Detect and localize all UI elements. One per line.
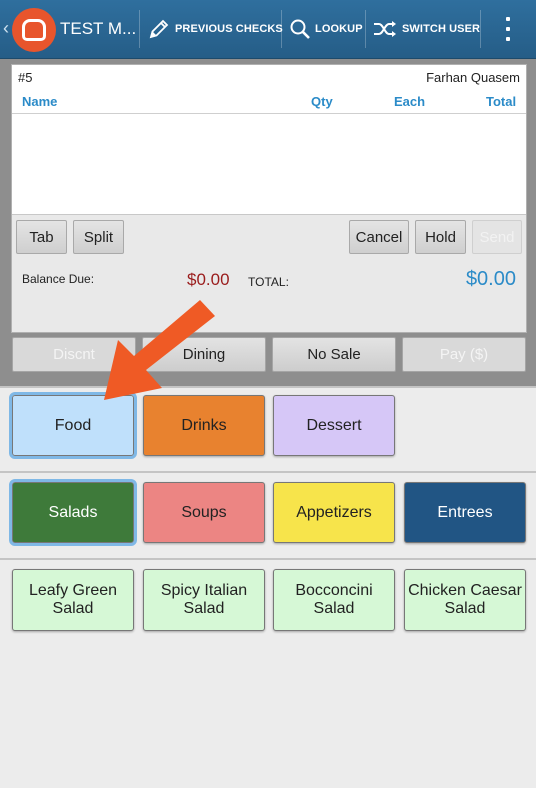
overflow-menu-icon[interactable] [500, 14, 516, 44]
category-dessert-button[interactable]: Dessert [273, 395, 395, 456]
shuffle-icon [374, 21, 396, 37]
discount-button[interactable]: Discnt [12, 337, 136, 372]
total-label: TOTAL: [248, 275, 289, 289]
divider [12, 113, 526, 114]
back-chevron-icon[interactable]: ‹ [3, 18, 9, 39]
tab-button[interactable]: Tab [16, 220, 67, 254]
subcategory-appetizers-button[interactable]: Appetizers [273, 482, 395, 543]
search-icon [290, 19, 310, 39]
action-bar: ‹ TEST M... PREVIOUS CHECKS LOOKUP SWITC… [0, 0, 536, 59]
lookup-label: LOOKUP [315, 23, 363, 35]
subcategory-entrees-button[interactable]: Entrees [404, 482, 526, 543]
server-name: Farhan Quasem [426, 70, 520, 85]
column-header-qty: Qty [311, 94, 333, 109]
switch-user-button[interactable]: SWITCH USER [372, 0, 480, 58]
menu-grid: Food Drinks Dessert Salads Soups Appetiz… [0, 386, 536, 788]
divider [0, 386, 536, 388]
menu-item-spicy-italian-salad[interactable]: Spicy Italian Salad [143, 569, 265, 631]
check-items-list[interactable] [12, 89, 526, 215]
send-button[interactable]: Send [472, 220, 522, 254]
app-logo-icon[interactable] [12, 8, 56, 52]
dining-button[interactable]: Dining [142, 337, 266, 372]
subcategory-soups-button[interactable]: Soups [143, 482, 265, 543]
menu-item-chicken-caesar-salad[interactable]: Chicken Caesar Salad [404, 569, 526, 631]
cancel-button[interactable]: Cancel [349, 220, 409, 254]
check-number: #5 [18, 70, 33, 85]
menu-item-bocconcini-salad[interactable]: Bocconcini Salad [273, 569, 395, 631]
lookup-button[interactable]: LOOKUP [289, 0, 363, 58]
category-food-button[interactable]: Food [9, 392, 137, 459]
previous-checks-button[interactable]: PREVIOUS CHECKS [147, 0, 283, 58]
pay-button[interactable]: Pay ($) [402, 337, 526, 372]
column-header-total: Total [486, 94, 517, 109]
app-title[interactable]: TEST M... [60, 19, 136, 39]
menu-item-leafy-green-salad[interactable]: Leafy Green Salad [12, 569, 134, 631]
hold-button[interactable]: Hold [415, 220, 466, 254]
split-button[interactable]: Split [73, 220, 124, 254]
total-value: $0.00 [465, 268, 516, 290]
pencil-icon [149, 19, 169, 39]
column-header-each: Each [394, 94, 426, 109]
check-panel: #5 Farhan Quasem Name Qty Each Total Tab… [11, 64, 527, 333]
switch-user-label: SWITCH USER [402, 23, 481, 35]
category-drinks-button[interactable]: Drinks [143, 395, 265, 456]
divider [139, 10, 140, 48]
no-sale-button[interactable]: No Sale [272, 337, 396, 372]
divider [0, 471, 536, 473]
previous-checks-label: PREVIOUS CHECKS [175, 23, 283, 35]
balance-due-label: Balance Due: [22, 272, 95, 286]
column-header-name: Name [22, 94, 58, 109]
subcategory-salads-button[interactable]: Salads [9, 479, 137, 546]
divider [480, 10, 481, 48]
divider [281, 10, 282, 48]
divider [0, 558, 536, 560]
divider [365, 10, 366, 48]
balance-due-value: $0.00 [187, 270, 230, 289]
check-header: #5 Farhan Quasem [12, 65, 526, 89]
